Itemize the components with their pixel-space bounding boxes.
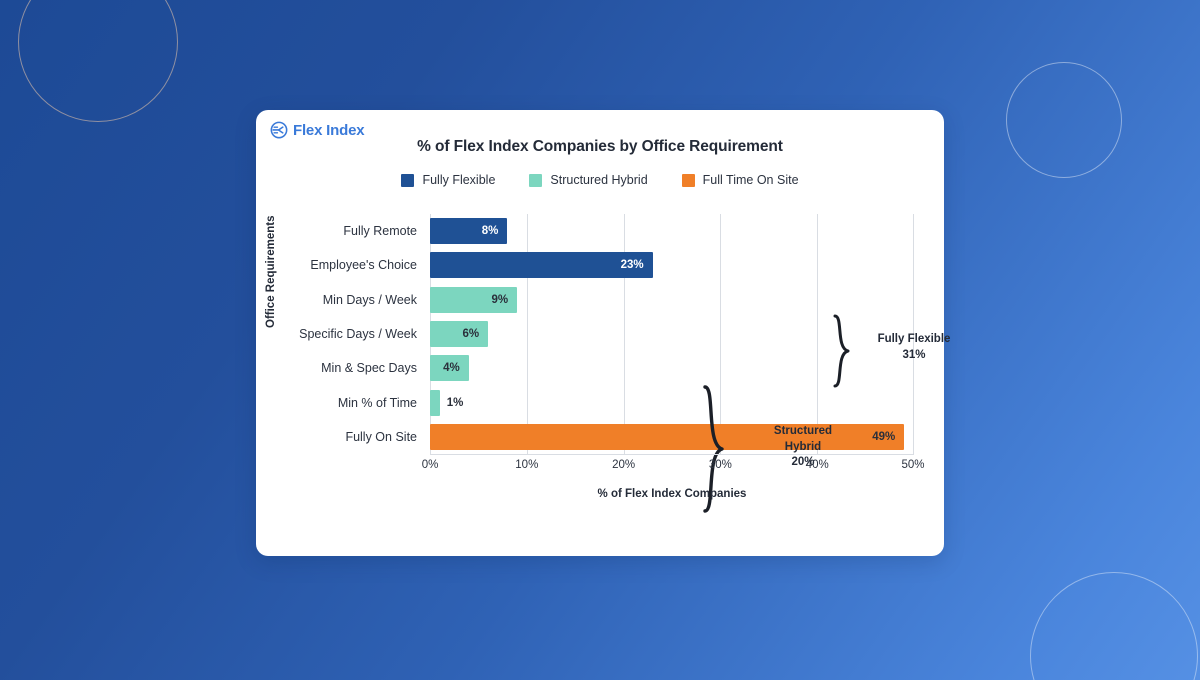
bar-value-label: 49% <box>872 430 896 443</box>
legend-item-structured-hybrid[interactable]: Structured Hybrid <box>529 173 648 187</box>
legend-swatch-full-time-on-site <box>681 173 695 187</box>
bar-specific-days-week[interactable]: 6% <box>430 320 489 347</box>
plot-area: 8% 23% 9% 6% 4% 1% 49% Fully Flexible 31… <box>430 214 950 513</box>
legend-label-fully-flexible: Fully Flexible <box>422 173 496 187</box>
screenshot-canvas: Flex Index % of Flex Index Companies by … <box>0 0 1200 680</box>
x-tick-label: 50% <box>901 459 925 471</box>
curly-brace-icon <box>833 314 850 388</box>
x-tick-label: 40% <box>805 459 829 471</box>
y-tick-label: Specific Days / Week <box>299 326 417 341</box>
annotation-label-line2: Hybrid <box>784 440 822 453</box>
decorative-circle-bottom-right <box>1030 572 1198 680</box>
bar-value-label: 23% <box>620 259 644 272</box>
legend-item-fully-flexible[interactable]: Fully Flexible <box>401 173 495 187</box>
bar-value-label: 9% <box>491 293 509 306</box>
plot-wrapper: Office Requirements Fully Remote Employe… <box>256 210 950 513</box>
legend-label-structured-hybrid: Structured Hybrid <box>550 173 648 187</box>
x-tick-label: 30% <box>708 459 732 471</box>
bar-min-percent-of-time[interactable]: 1% <box>430 389 463 416</box>
y-tick-label: Min % of Time <box>337 395 417 410</box>
decorative-circle-top-left <box>18 0 178 122</box>
legend-swatch-fully-flexible <box>401 173 415 187</box>
bar-row: 23% <box>430 248 914 282</box>
legend-item-full-time-on-site[interactable]: Full Time On Site <box>681 173 799 187</box>
y-tick-label: Fully Remote <box>343 224 417 239</box>
x-tick-label: 0% <box>421 459 439 471</box>
y-tick-label: Employee's Choice <box>310 258 417 273</box>
bar-value-label: 4% <box>443 362 460 375</box>
chart-legend: Fully Flexible Structured Hybrid Full Ti… <box>256 173 944 187</box>
bar-row: 8% <box>430 214 914 248</box>
chart-title: % of Flex Index Companies by Office Requ… <box>417 138 783 155</box>
bar-employees-choice[interactable]: 23% <box>430 252 653 279</box>
x-axis-title: % of Flex Index Companies <box>597 488 747 500</box>
annotation-label-line1: Structured <box>773 425 833 437</box>
y-axis-title: Office Requirements <box>265 215 277 328</box>
y-tick-label: Min & Spec Days <box>321 361 417 376</box>
annotation-fully-flexible: Fully Flexible 31% <box>830 314 980 388</box>
y-tick-label: Min Days / Week <box>322 292 417 307</box>
bar-fully-remote[interactable]: 8% <box>430 218 508 245</box>
annotation-fully-flexible-text: Fully Flexible 31% <box>858 332 970 363</box>
annotation-label: Fully Flexible <box>877 333 951 345</box>
annotation-value: 31% <box>902 348 926 361</box>
decorative-circle-top-right <box>1006 62 1122 178</box>
y-tick-label: Fully On Site <box>345 429 417 444</box>
x-axis-line <box>430 454 914 455</box>
bar-value-label: 8% <box>481 225 499 238</box>
brand-name: Flex Index <box>293 121 365 139</box>
bar-min-days-week[interactable]: 9% <box>430 286 518 313</box>
x-axis-tick-labels: 0% 10% 20% 30% 40% 50% <box>422 459 925 477</box>
x-tick-label: 20% <box>612 459 636 471</box>
legend-swatch-structured-hybrid <box>529 173 543 187</box>
legend-label-full-time-on-site: Full Time On Site <box>702 173 799 187</box>
flex-index-circle-arrow-icon <box>270 121 288 139</box>
bar-row: 9% <box>430 283 914 317</box>
bar-value-label: 6% <box>462 327 480 340</box>
y-axis-tick-labels: Fully Remote Employee's Choice Min Days … <box>290 214 426 454</box>
chart-card: Flex Index % of Flex Index Companies by … <box>256 110 950 556</box>
brand-logo: Flex Index <box>270 121 365 139</box>
x-tick-label: 10% <box>515 459 539 471</box>
bar-min-and-spec-days[interactable]: 4% <box>430 355 469 382</box>
bar-value-label: 1% <box>446 396 464 409</box>
